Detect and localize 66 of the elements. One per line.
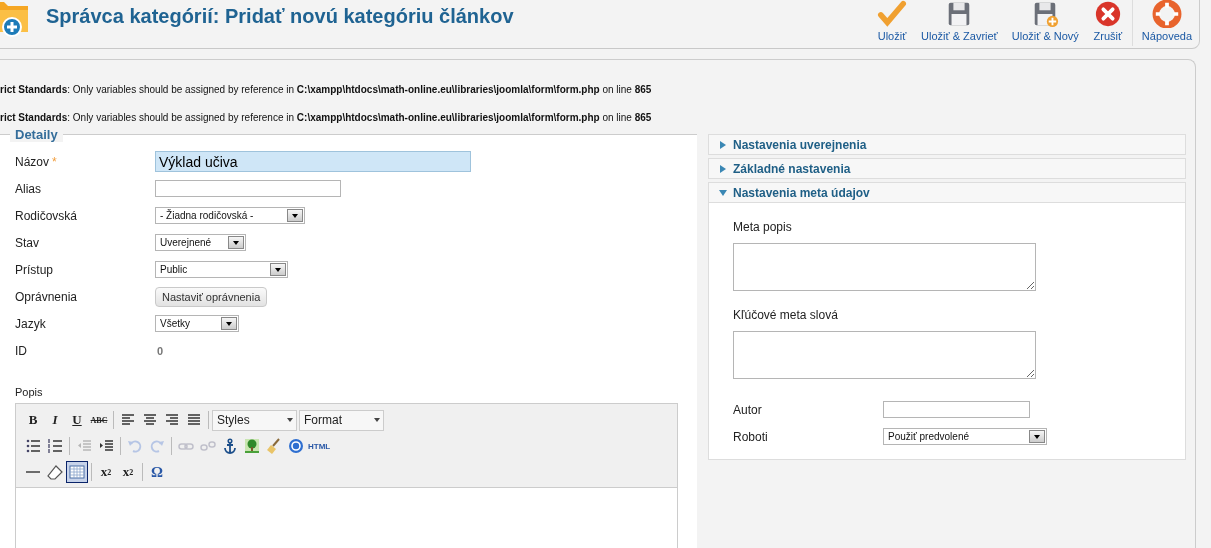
toolbar-button[interactable]: Uložiť & Nový [1004, 0, 1086, 42]
eraser-icon [47, 464, 63, 480]
field-label: Oprávnenia [15, 289, 78, 304]
field-label: Kľúčové meta slová [733, 308, 839, 322]
style-dropdown[interactable]: Format [299, 409, 384, 431]
help-icon [288, 438, 304, 454]
justify-icon [186, 412, 202, 428]
table-button[interactable] [66, 461, 88, 483]
align-left-icon [120, 412, 136, 428]
unlink-icon [200, 438, 216, 454]
field-label: ID [15, 343, 27, 358]
italic-button[interactable]: I [44, 409, 66, 431]
field-label: Autor [733, 402, 763, 417]
select-field[interactable]: Public [155, 261, 288, 278]
page-title: Správca kategórií: Pridať novú kategóriu článkov [46, 5, 514, 28]
field-label: Jazyk [15, 316, 46, 331]
collapsed-arrow-icon [719, 164, 727, 173]
broom-icon [266, 438, 282, 454]
html-button[interactable]: HTML [307, 435, 332, 457]
select-field[interactable]: Všetky [155, 315, 239, 332]
indent-icon [98, 438, 114, 454]
horizontal-line-icon [26, 471, 40, 473]
redo-icon [149, 438, 165, 454]
warning-message: rict Standards: Only variables should be assigned by reference in C:\xampp\htdocs\math-online.eu\libraries\joomla\form\form.php on line 865 [0, 83, 653, 97]
accordion-header[interactable]: Základné nastavenia [708, 158, 1186, 179]
table-icon [69, 464, 85, 480]
align-right-icon [164, 412, 180, 428]
field-label: Popis [15, 386, 43, 398]
field-label: Roboti [733, 429, 769, 444]
bulleted-list-icon [25, 438, 41, 454]
text-field[interactable] [883, 401, 1030, 418]
section-heading: Detaily [10, 127, 63, 142]
toolbar-button[interactable]: Zrušiť [1085, 0, 1130, 42]
text-field[interactable]: Výklad učiva [155, 151, 471, 172]
undo-icon [127, 438, 143, 454]
required-mark: * [52, 154, 57, 169]
permissions-button[interactable]: Nastaviť oprávnenia [155, 286, 268, 307]
underline-button[interactable]: U [66, 409, 88, 431]
charmap-button[interactable]: Ω [146, 461, 168, 483]
toolbar-button[interactable]: Uložiť & Zavrieť [914, 0, 1005, 42]
anchor-icon [222, 438, 238, 454]
numbered-list-icon [47, 438, 63, 454]
select-field[interactable]: Uverejnené [155, 234, 246, 251]
select-field[interactable]: - Žiadna rodičovská - [155, 207, 305, 224]
field-value: 0 [156, 344, 164, 357]
expanded-arrow-icon [719, 188, 727, 197]
outdent-icon [76, 438, 92, 454]
bold-button[interactable]: B [22, 409, 44, 431]
align-center-icon [142, 412, 158, 428]
help-button[interactable]: Nápoveda [1134, 0, 1199, 42]
field-label: Stav [15, 235, 39, 250]
field-label: Prístup [15, 262, 53, 277]
select-field[interactable]: Použiť predvolené [883, 428, 1047, 445]
strike-button[interactable]: ABC [88, 409, 110, 431]
field-label: Rodičovská [15, 208, 78, 223]
text-field[interactable] [155, 180, 341, 197]
field-label: Alias [15, 181, 41, 196]
accordion-header[interactable]: Nastavenia uverejnenia [708, 134, 1186, 155]
tree-image-icon [244, 438, 260, 454]
collapsed-arrow-icon [719, 140, 727, 149]
style-dropdown[interactable]: Styles [212, 409, 297, 431]
accordion-header[interactable]: Nastavenia meta údajov [708, 182, 1186, 203]
toolbar-button[interactable]: Uložiť [870, 0, 915, 42]
field-label: Názov [15, 154, 49, 169]
check-icon [877, 0, 908, 28]
field-label: Meta popis [733, 220, 793, 234]
